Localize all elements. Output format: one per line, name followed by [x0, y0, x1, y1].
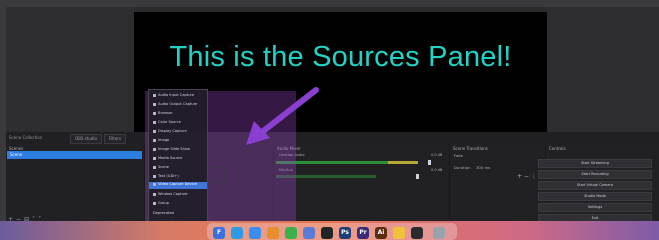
launchpad-app-icon[interactable] — [231, 227, 243, 239]
tab-filters[interactable]: Filters — [104, 134, 126, 144]
obs-window: This is the Sources Panel! Scene Collect… — [6, 7, 659, 240]
preview-margin-right — [547, 7, 659, 131]
folder-icon — [153, 201, 156, 205]
notes-app-icon[interactable] — [393, 227, 405, 239]
volume-slider-handle[interactable] — [428, 160, 431, 165]
terminal-app-icon[interactable] — [411, 227, 423, 239]
menu-item-media-source[interactable]: Media Source — [153, 156, 182, 160]
monitor-icon — [153, 129, 156, 133]
menu-item-display-capture[interactable]: Display Capture — [153, 129, 187, 133]
start-virtual-camera-button[interactable]: Start Virtual Camera — [538, 181, 652, 190]
camera-icon — [153, 182, 156, 186]
media-icon — [153, 156, 156, 160]
add-transition-icon[interactable]: + — [517, 173, 522, 180]
start-streaming-button[interactable]: Start Streaming — [538, 159, 652, 168]
scene-collection-label: Scene Collection — [9, 135, 43, 140]
transition-duration-value[interactable]: 300 ms — [476, 165, 490, 170]
menu-item-scene[interactable]: Scene — [153, 165, 169, 169]
settings-button[interactable]: Settings — [538, 203, 652, 212]
obs-app-icon[interactable] — [321, 227, 333, 239]
menu-item-group[interactable]: Group — [153, 201, 169, 205]
remove-transition-icon[interactable]: − — [524, 173, 529, 180]
illustrator-app-icon[interactable]: Ai — [375, 227, 387, 239]
transition-duration-label: Duration — [454, 165, 471, 170]
controls-dock: Controls Start Streaming Start Recording… — [538, 144, 659, 228]
menu-item-video-capture-device[interactable]: Video Capture Device — [149, 182, 207, 189]
annotation-arrow-icon — [246, 87, 319, 145]
scene-list-item[interactable]: Scene — [7, 151, 142, 159]
transition-settings-icon[interactable]: ⋮ — [531, 173, 537, 180]
finder-app-icon[interactable]: F — [213, 227, 225, 239]
menu-item-image-slide-show[interactable]: Image Slide Show — [153, 147, 190, 151]
add-source-menu: Audio Input Capture Audio Output Capture… — [148, 89, 208, 223]
transition-type[interactable]: Fade — [454, 153, 463, 158]
menu-item-browser[interactable]: Browser — [153, 111, 173, 115]
photos-app-icon[interactable] — [267, 227, 279, 239]
transition-buttons: + − ⋮ — [517, 173, 537, 180]
menu-item-image[interactable]: Image — [153, 138, 169, 142]
preview-caption: This is the Sources Panel! — [169, 41, 512, 73]
transitions-dock: Scene Transitions — [450, 144, 546, 228]
slideshow-icon — [153, 147, 156, 151]
desktop-taskbar: F Ps Pr Ai — [0, 221, 659, 240]
menu-item-audio-input-capture[interactable]: Audio Input Capture — [153, 93, 194, 97]
image-icon — [153, 138, 156, 142]
text-icon — [153, 174, 156, 178]
menu-item-window-capture[interactable]: Window Capture — [153, 192, 188, 196]
submenu-preview — [209, 167, 225, 183]
messages-app-icon[interactable] — [285, 227, 297, 239]
volume-meter — [276, 160, 446, 165]
meter-yellow — [388, 161, 418, 164]
speaker-icon — [153, 102, 156, 106]
dock-header-bar: Scene Collection OBS studio Filters — [6, 132, 659, 144]
microphone-icon — [153, 93, 156, 97]
scene-icon — [153, 165, 156, 169]
menu-item-audio-output-capture[interactable]: Audio Output Capture — [153, 102, 197, 106]
app-dock: F Ps Pr Ai — [207, 223, 457, 240]
preview-margin-left — [6, 7, 134, 131]
mixer-channel-level: 0.0 dB — [431, 153, 443, 157]
transitions-title: Scene Transitions — [453, 146, 488, 151]
studio-mode-button[interactable]: Studio Mode — [538, 192, 652, 201]
trash-icon[interactable] — [433, 227, 445, 239]
volume-meter — [276, 174, 446, 179]
volume-slider-handle[interactable] — [416, 174, 419, 179]
app-store-icon[interactable] — [303, 227, 315, 239]
paint-icon — [153, 120, 156, 124]
tab-obs-studio[interactable]: OBS studio — [70, 134, 102, 144]
menu-item-text[interactable]: Text (GDI+) — [153, 174, 179, 178]
menu-item-deprecated[interactable]: Deprecated — [153, 211, 174, 215]
start-recording-button[interactable]: Start Recording — [538, 170, 652, 179]
photoshop-app-icon[interactable]: Ps — [339, 227, 351, 239]
controls-title: Controls — [549, 146, 566, 151]
globe-icon — [153, 111, 156, 115]
safari-app-icon[interactable] — [249, 227, 261, 239]
scenes-dock: Scenes Scene +−⊟˄˅ — [6, 144, 145, 228]
premiere-app-icon[interactable]: Pr — [357, 227, 369, 239]
menu-item-color-source[interactable]: Color Source — [153, 120, 181, 124]
mixer-channel-level: 0.0 dB — [431, 168, 443, 172]
window-icon — [153, 192, 156, 196]
